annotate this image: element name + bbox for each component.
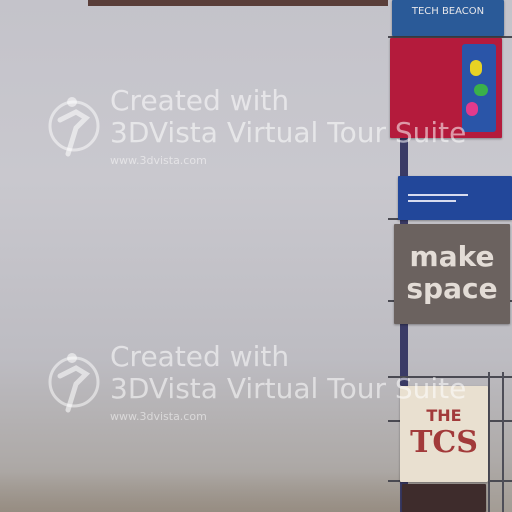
wall-shelf-edge (88, 0, 388, 6)
watermark-line1: Created with (110, 340, 290, 373)
watermark-url: www.3dvista.com (110, 410, 207, 423)
3dvista-logo-icon (48, 353, 100, 413)
watermark: Created with 3DVista Virtual Tour Suite … (46, 340, 506, 430)
book-title-line2: TCS (410, 425, 478, 460)
watermark-url: www.3dvista.com (110, 154, 207, 167)
book-title: TECH BEACON (411, 6, 485, 17)
3dvista-logo-icon (48, 97, 100, 157)
watermark-line2: 3DVista Virtual Tour Suite (110, 372, 467, 405)
book-title-line2: space (406, 272, 498, 305)
photo-scene: TECH BEACON make space THE TCS (0, 0, 512, 512)
book-dark-bottom (402, 484, 486, 512)
watermark: Created with 3DVista Virtual Tour Suite … (46, 84, 506, 174)
book-title-line1: make (409, 240, 495, 273)
book-blue-thin (398, 176, 512, 220)
book-make-space: make space (394, 224, 510, 324)
floor-shadow (0, 472, 400, 512)
watermark-line1: Created with (110, 84, 290, 117)
book-tech-beacon: TECH BEACON (392, 0, 504, 36)
watermark-line2: 3DVista Virtual Tour Suite (110, 116, 467, 149)
